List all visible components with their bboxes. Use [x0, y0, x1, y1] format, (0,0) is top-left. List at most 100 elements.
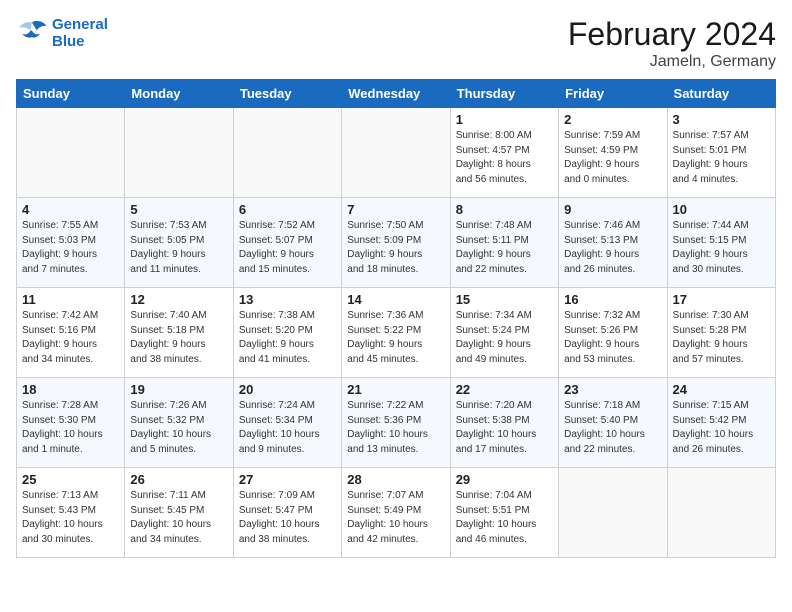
- calendar-cell: 1 Sunrise: 8:00 AM Sunset: 4:57 PM Daylig…: [450, 108, 558, 198]
- day-info: Sunrise: 7:30 AM Sunset: 5:28 PM Dayligh…: [673, 309, 770, 367]
- day-number: 9: [564, 202, 661, 217]
- day-number: 8: [456, 202, 553, 217]
- calendar-header: Sunday Monday Tuesday Wednesday Thursday…: [17, 80, 776, 108]
- day-info: Sunrise: 7:57 AM Sunset: 5:01 PM Dayligh…: [673, 129, 770, 187]
- header-friday: Friday: [559, 80, 667, 108]
- day-info: Sunrise: 7:15 AM Sunset: 5:42 PM Dayligh…: [673, 399, 770, 457]
- day-info: Sunrise: 7:34 AM Sunset: 5:24 PM Dayligh…: [456, 309, 553, 367]
- day-info: Sunrise: 7:09 AM Sunset: 5:47 PM Dayligh…: [239, 489, 336, 547]
- calendar-table: Sunday Monday Tuesday Wednesday Thursday…: [16, 79, 776, 558]
- day-info: Sunrise: 7:28 AM Sunset: 5:30 PM Dayligh…: [22, 399, 119, 457]
- day-info: Sunrise: 7:52 AM Sunset: 5:07 PM Dayligh…: [239, 219, 336, 277]
- day-info: Sunrise: 7:38 AM Sunset: 5:20 PM Dayligh…: [239, 309, 336, 367]
- calendar-cell: 23 Sunrise: 7:18 AM Sunset: 5:40 PM Dayli…: [559, 378, 667, 468]
- day-number: 13: [239, 292, 336, 307]
- day-number: 7: [347, 202, 444, 217]
- day-number: 29: [456, 472, 553, 487]
- page-header: General Blue February 2024 Jameln, Germa…: [16, 16, 776, 71]
- calendar-cell: 22Sunrise: 7:20 AM Sunset: 5:38 PM Dayli…: [450, 378, 558, 468]
- calendar-cell: [233, 108, 341, 198]
- calendar-cell: 2 Sunrise: 7:59 AM Sunset: 4:59 PM Daylig…: [559, 108, 667, 198]
- header-tuesday: Tuesday: [233, 80, 341, 108]
- calendar-week-1: 1 Sunrise: 8:00 AM Sunset: 4:57 PM Daylig…: [17, 108, 776, 198]
- day-number: 24: [673, 382, 770, 397]
- day-info: Sunrise: 7:13 AM Sunset: 5:43 PM Dayligh…: [22, 489, 119, 547]
- day-info: Sunrise: 7:04 AM Sunset: 5:51 PM Dayligh…: [456, 489, 553, 547]
- day-info: Sunrise: 7:53 AM Sunset: 5:05 PM Dayligh…: [130, 219, 227, 277]
- calendar-cell: 26 Sunrise: 7:11 AM Sunset: 5:45 PM Dayli…: [125, 468, 233, 558]
- calendar-week-2: 4Sunrise: 7:55 AM Sunset: 5:03 PM Daylig…: [17, 198, 776, 288]
- header-sunday: Sunday: [17, 80, 125, 108]
- day-info: Sunrise: 7:40 AM Sunset: 5:18 PM Dayligh…: [130, 309, 227, 367]
- logo: General Blue: [16, 16, 108, 50]
- calendar-cell: [125, 108, 233, 198]
- calendar-cell: 5 Sunrise: 7:53 AM Sunset: 5:05 PM Daylig…: [125, 198, 233, 288]
- calendar-cell: 25Sunrise: 7:13 AM Sunset: 5:43 PM Dayli…: [17, 468, 125, 558]
- day-number: 18: [22, 382, 119, 397]
- calendar-week-3: 11Sunrise: 7:42 AM Sunset: 5:16 PM Dayli…: [17, 288, 776, 378]
- day-number: 1: [456, 112, 553, 127]
- day-number: 11: [22, 292, 119, 307]
- calendar-cell: 17 Sunrise: 7:30 AM Sunset: 5:28 PM Dayli…: [667, 288, 775, 378]
- day-number: 26: [130, 472, 227, 487]
- day-number: 16: [564, 292, 661, 307]
- day-number: 15: [456, 292, 553, 307]
- calendar-cell: 27 Sunrise: 7:09 AM Sunset: 5:47 PM Dayli…: [233, 468, 341, 558]
- day-number: 20: [239, 382, 336, 397]
- calendar-cell: 20 Sunrise: 7:24 AM Sunset: 5:34 PM Dayli…: [233, 378, 341, 468]
- day-info: Sunrise: 7:18 AM Sunset: 5:40 PM Dayligh…: [564, 399, 661, 457]
- calendar-cell: 6 Sunrise: 7:52 AM Sunset: 5:07 PM Daylig…: [233, 198, 341, 288]
- calendar-cell: [667, 468, 775, 558]
- calendar-cell: 7 Sunrise: 7:50 AM Sunset: 5:09 PM Daylig…: [342, 198, 450, 288]
- calendar-cell: 14Sunrise: 7:36 AM Sunset: 5:22 PM Dayli…: [342, 288, 450, 378]
- calendar-cell: 29 Sunrise: 7:04 AM Sunset: 5:51 PM Dayli…: [450, 468, 558, 558]
- day-number: 17: [673, 292, 770, 307]
- day-info: Sunrise: 7:59 AM Sunset: 4:59 PM Dayligh…: [564, 129, 661, 187]
- day-number: 28: [347, 472, 444, 487]
- day-number: 21: [347, 382, 444, 397]
- calendar-week-4: 18 Sunrise: 7:28 AM Sunset: 5:30 PM Dayli…: [17, 378, 776, 468]
- day-info: Sunrise: 7:46 AM Sunset: 5:13 PM Dayligh…: [564, 219, 661, 277]
- calendar-cell: 21 Sunrise: 7:22 AM Sunset: 5:36 PM Dayli…: [342, 378, 450, 468]
- day-number: 4: [22, 202, 119, 217]
- header-saturday: Saturday: [667, 80, 775, 108]
- day-number: 19: [130, 382, 227, 397]
- title-block: February 2024 Jameln, Germany: [568, 16, 776, 71]
- month-title: February 2024: [568, 16, 776, 53]
- calendar-cell: 12Sunrise: 7:40 AM Sunset: 5:18 PM Dayli…: [125, 288, 233, 378]
- calendar-cell: 24 Sunrise: 7:15 AM Sunset: 5:42 PM Dayli…: [667, 378, 775, 468]
- day-info: Sunrise: 8:00 AM Sunset: 4:57 PM Dayligh…: [456, 129, 553, 187]
- day-number: 10: [673, 202, 770, 217]
- day-info: Sunrise: 7:11 AM Sunset: 5:45 PM Dayligh…: [130, 489, 227, 547]
- day-info: Sunrise: 7:44 AM Sunset: 5:15 PM Dayligh…: [673, 219, 770, 277]
- calendar-cell: 8 Sunrise: 7:48 AM Sunset: 5:11 PM Daylig…: [450, 198, 558, 288]
- day-info: Sunrise: 7:22 AM Sunset: 5:36 PM Dayligh…: [347, 399, 444, 457]
- day-info: Sunrise: 7:32 AM Sunset: 5:26 PM Dayligh…: [564, 309, 661, 367]
- header-row: Sunday Monday Tuesday Wednesday Thursday…: [17, 80, 776, 108]
- calendar-body: 1 Sunrise: 8:00 AM Sunset: 4:57 PM Daylig…: [17, 108, 776, 558]
- location-title: Jameln, Germany: [568, 53, 776, 71]
- calendar-cell: 19 Sunrise: 7:26 AM Sunset: 5:32 PM Dayli…: [125, 378, 233, 468]
- day-info: Sunrise: 7:48 AM Sunset: 5:11 PM Dayligh…: [456, 219, 553, 277]
- header-monday: Monday: [125, 80, 233, 108]
- day-number: 2: [564, 112, 661, 127]
- day-number: 23: [564, 382, 661, 397]
- day-number: 5: [130, 202, 227, 217]
- calendar-cell: [342, 108, 450, 198]
- day-number: 27: [239, 472, 336, 487]
- calendar-cell: 10 Sunrise: 7:44 AM Sunset: 5:15 PM Dayli…: [667, 198, 775, 288]
- logo-icon: [16, 19, 48, 47]
- calendar-cell: 18 Sunrise: 7:28 AM Sunset: 5:30 PM Dayli…: [17, 378, 125, 468]
- day-info: Sunrise: 7:07 AM Sunset: 5:49 PM Dayligh…: [347, 489, 444, 547]
- day-info: Sunrise: 7:24 AM Sunset: 5:34 PM Dayligh…: [239, 399, 336, 457]
- calendar-cell: 15 Sunrise: 7:34 AM Sunset: 5:24 PM Dayli…: [450, 288, 558, 378]
- calendar-cell: [559, 468, 667, 558]
- day-info: Sunrise: 7:50 AM Sunset: 5:09 PM Dayligh…: [347, 219, 444, 277]
- day-number: 6: [239, 202, 336, 217]
- calendar-week-5: 25Sunrise: 7:13 AM Sunset: 5:43 PM Dayli…: [17, 468, 776, 558]
- calendar-cell: 11Sunrise: 7:42 AM Sunset: 5:16 PM Dayli…: [17, 288, 125, 378]
- day-number: 14: [347, 292, 444, 307]
- day-info: Sunrise: 7:26 AM Sunset: 5:32 PM Dayligh…: [130, 399, 227, 457]
- calendar-cell: 16 Sunrise: 7:32 AM Sunset: 5:26 PM Dayli…: [559, 288, 667, 378]
- day-info: Sunrise: 7:20 AM Sunset: 5:38 PM Dayligh…: [456, 399, 553, 457]
